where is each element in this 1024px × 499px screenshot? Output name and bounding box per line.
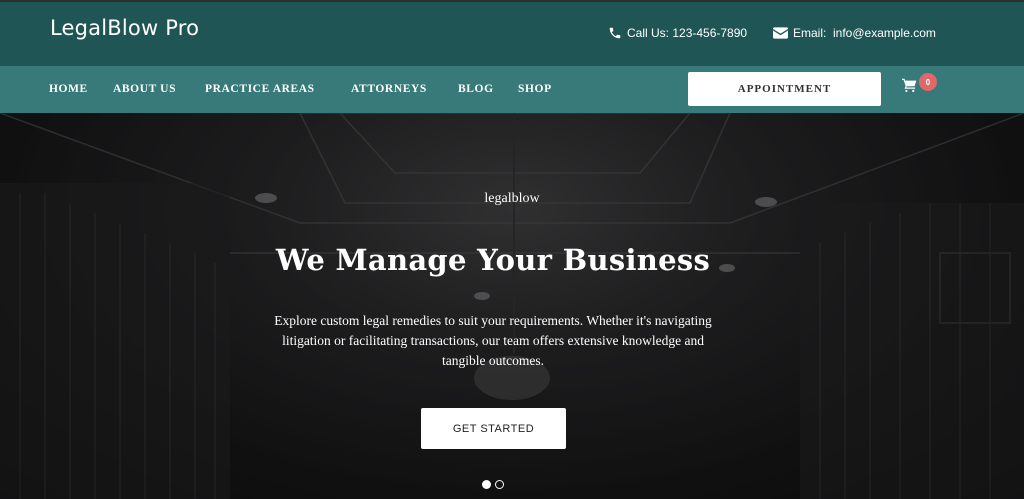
envelope-icon [773, 27, 788, 39]
nav-home[interactable]: HOME [49, 83, 88, 95]
nav-practice-areas[interactable]: PRACTICE AREAS [205, 83, 315, 95]
hero-description: Explore custom legal remedies to suit yo… [274, 313, 712, 368]
slider-dot-2[interactable] [495, 480, 504, 489]
appointment-button[interactable]: APPOINTMENT [688, 72, 881, 106]
nav-about-us[interactable]: ABOUT US [113, 83, 176, 95]
main-navigation: HOME ABOUT US PRACTICE AREAS ATTORNEYS B… [0, 66, 1024, 113]
cart-count-badge: 0 [919, 73, 937, 91]
hero-title: We Manage Your Business [275, 243, 711, 277]
nav-attorneys[interactable]: ATTORNEYS [351, 83, 427, 95]
phone-label: Call Us: 123-456-7890 [627, 26, 748, 40]
contact-phone[interactable]: Call Us: 123-456-7890 [608, 26, 747, 40]
hero-subtitle: legalblow [484, 191, 540, 206]
get-started-button[interactable]: GET STARTED [421, 408, 566, 449]
site-logo[interactable]: LegalBlow Pro [50, 16, 199, 40]
cart-icon[interactable] [902, 78, 917, 97]
nav-blog[interactable]: BLOG [458, 83, 494, 95]
hero-slider: legalblow We Manage Your Business Explor… [0, 113, 1024, 499]
top-header: LegalBlow Pro Call Us: 123-456-7890 Emai… [0, 0, 1024, 66]
slider-dot-1[interactable] [482, 480, 491, 489]
email-label: Email: info@example.com [793, 26, 936, 40]
phone-icon [608, 26, 622, 40]
contact-email[interactable]: Email: info@example.com [773, 26, 936, 40]
nav-shop[interactable]: SHOP [518, 83, 552, 95]
